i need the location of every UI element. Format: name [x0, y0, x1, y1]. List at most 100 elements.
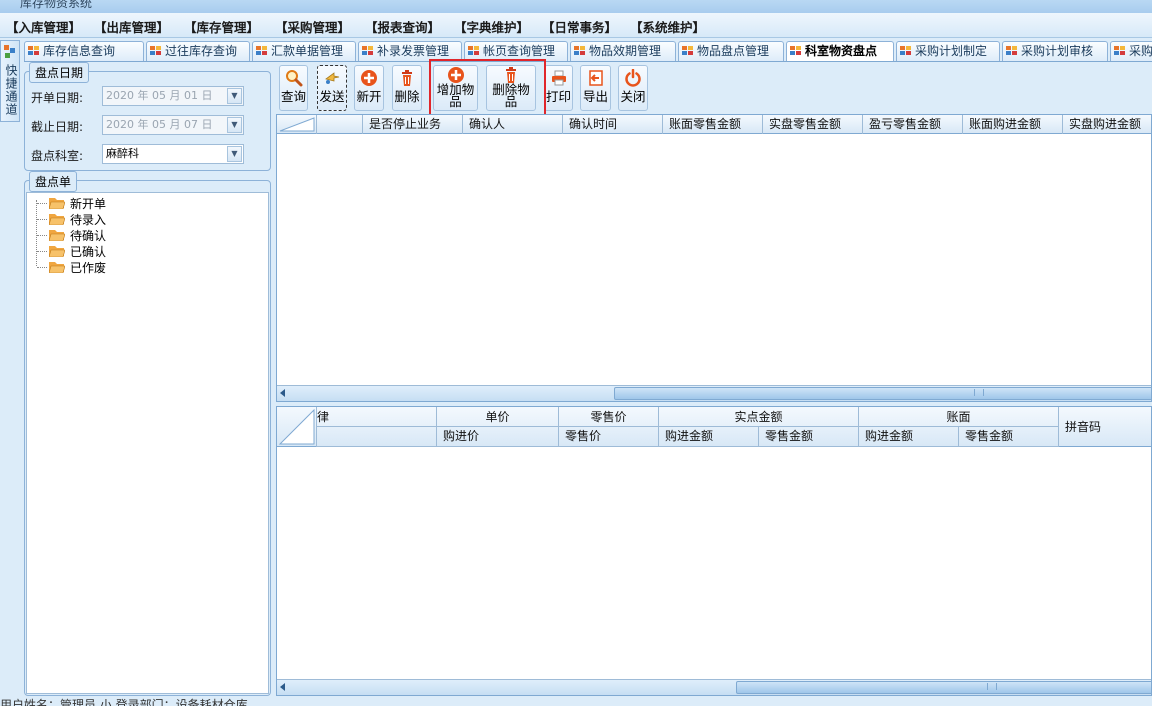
tab-label: 过往库存查询: [165, 44, 238, 58]
grid-col-retail-price[interactable]: 零售价: [559, 427, 659, 447]
stocktake-tree: 新开单 待录入 待确认 已确认 已作废: [26, 192, 269, 694]
highlight-box: [429, 59, 546, 121]
tab-dept-stocktake[interactable]: 科室物资盘点: [786, 41, 894, 61]
folder-open-icon: [49, 198, 65, 209]
tab-icon: [28, 46, 40, 56]
chevron-down-icon[interactable]: ▼: [227, 117, 242, 133]
end-date-field[interactable]: 2020 年 05 月 07 日 ▼: [102, 115, 244, 135]
tab-icon: [682, 46, 694, 56]
query-button[interactable]: 查询: [279, 65, 308, 111]
delete-button[interactable]: 删除: [392, 65, 422, 111]
item-detail-grid[interactable]: 律 单价 购进价 零售价 零售价 实点金额 购进金额 零售金额 账面 购进金额 …: [276, 406, 1152, 696]
grid-col-cut-sub: [317, 427, 437, 447]
scroll-grip: [987, 683, 997, 690]
grid-col-book-purchase[interactable]: 账面购进金额: [963, 115, 1063, 134]
tab-icon: [468, 46, 480, 56]
tab-icon: [1114, 46, 1126, 56]
start-date-value: 2020 年 05 月 01 日: [106, 89, 213, 102]
grid-col-book-purchase[interactable]: 购进金额: [859, 427, 959, 447]
new-button[interactable]: 新开: [354, 65, 384, 111]
grid-col-stop-business[interactable]: 是否停止业务: [363, 115, 463, 134]
stocktake-grid[interactable]: 是否停止业务 确认人 确认时间 账面零售金额 实盘零售金额 盈亏零售金额 账面购…: [276, 114, 1152, 402]
top-grid-hscrollbar[interactable]: [277, 385, 1151, 401]
grid-col-book-group[interactable]: 账面: [859, 407, 1059, 427]
grid-corner: [277, 115, 317, 134]
scroll-left-icon[interactable]: [280, 683, 285, 691]
tab-stocktake[interactable]: 物品盘点管理: [678, 41, 784, 61]
folder-open-icon: [49, 246, 65, 257]
tab-past-stock[interactable]: 过往库存查询: [146, 41, 250, 61]
start-date-field[interactable]: 2020 年 05 月 01 日 ▼: [102, 86, 244, 106]
grid-col-purchase-price[interactable]: 购进价: [437, 427, 559, 447]
menu-purchase[interactable]: 【采购管理】: [275, 17, 350, 36]
top-grid-scroll-thumb[interactable]: [614, 387, 1151, 400]
quick-access-icon: [4, 45, 15, 58]
dept-value: 麻醉科: [106, 147, 139, 160]
grid-col-unit-price[interactable]: 单价: [437, 407, 559, 427]
dept-select[interactable]: 麻醉科 ▼: [102, 144, 244, 164]
menu-bar: 【入库管理】 【出库管理】 【库存管理】 【采购管理】 【报表查询】 【字典维护…: [0, 13, 1152, 38]
grid-col-book-retail[interactable]: 账面零售金额: [663, 115, 763, 134]
grid-col-actual-purchase[interactable]: 购进金额: [659, 427, 759, 447]
scroll-left-icon[interactable]: [280, 389, 285, 397]
bottom-grid-hscrollbar[interactable]: [277, 679, 1151, 695]
folder-open-icon: [49, 214, 65, 225]
menu-inventory[interactable]: 【库存管理】: [184, 17, 259, 36]
tab-purchase-plan[interactable]: 采购计划制定: [896, 41, 1000, 61]
folder-open-icon: [49, 262, 65, 273]
tab-icon: [362, 46, 374, 56]
export-button[interactable]: 导出: [580, 65, 611, 111]
menu-outbound[interactable]: 【出库管理】: [94, 17, 169, 36]
chevron-down-icon[interactable]: ▼: [227, 146, 242, 162]
tab-stock-info[interactable]: 库存信息查询: [24, 41, 144, 61]
tab-label: 物品盘点管理: [697, 44, 770, 58]
grid-col-actual-group[interactable]: 实点金额: [659, 407, 859, 427]
tab-expiry[interactable]: 物品效期管理: [570, 41, 676, 61]
tab-label: 物品效期管理: [589, 44, 662, 58]
dept-label: 盘点科室:: [31, 149, 84, 163]
tree-connector: [36, 200, 37, 266]
print-button[interactable]: 打印: [544, 65, 573, 111]
window-titlebar: 库存物资系统: [0, 0, 1152, 13]
send-button[interactable]: 发送: [317, 65, 347, 111]
tab-label: 汇款单据管理: [271, 44, 344, 58]
tab-icon: [256, 46, 268, 56]
menu-inbound[interactable]: 【入库管理】: [6, 17, 81, 36]
grid-col-diff-retail[interactable]: 盈亏零售金额: [863, 115, 963, 134]
tab-icon: [900, 46, 912, 56]
plus-circle-icon: [361, 70, 377, 86]
menu-system[interactable]: 【系统维护】: [630, 17, 705, 36]
item-detail-grid-header: 律 单价 购进价 零售价 零售价 实点金额 购进金额 零售金额 账面 购进金额 …: [277, 407, 1151, 447]
tab-icon: [790, 46, 802, 56]
tab-remittance[interactable]: 汇款单据管理: [252, 41, 356, 61]
trash-icon: [402, 70, 412, 86]
grid-col-pinyin[interactable]: 拼音码: [1059, 407, 1151, 447]
quick-access-bar[interactable]: 快捷通道: [0, 40, 20, 122]
tab-label: 库存信息查询: [43, 44, 116, 58]
grid-col-actual-retail[interactable]: 实盘零售金额: [763, 115, 863, 134]
grid-col-confirmer[interactable]: 确认人: [463, 115, 563, 134]
menu-dictionary[interactable]: 【字典维护】: [454, 17, 529, 36]
menu-daily[interactable]: 【日常事务】: [542, 17, 617, 36]
grid-col-cut[interactable]: 律: [317, 407, 437, 427]
tab-label: 采购: [1129, 44, 1152, 58]
grid-col-retail-price-group[interactable]: 零售价: [559, 407, 659, 427]
end-date-label: 截止日期:: [31, 120, 84, 134]
grid-col-actual-retail[interactable]: 零售金额: [759, 427, 859, 447]
close-button[interactable]: 关闭: [618, 65, 648, 111]
grid-col-actual-purchase[interactable]: 实盘购进金额: [1063, 115, 1151, 134]
bottom-grid-scroll-thumb[interactable]: [736, 681, 1151, 694]
export-icon: [588, 70, 603, 86]
grid-col-confirm-time[interactable]: 确认时间: [563, 115, 663, 134]
tab-label: 采购计划审核: [1021, 44, 1094, 58]
tab-purchase-more[interactable]: 采购: [1110, 41, 1152, 61]
tab-purchase-review[interactable]: 采购计划审核: [1002, 41, 1108, 61]
menu-reports[interactable]: 【报表查询】: [365, 17, 440, 36]
status-text: 用户姓名：管理员 小 登录部门：设备耗材仓库: [0, 698, 248, 706]
quick-access-label: 快捷通道: [4, 64, 18, 116]
grid-col-book-retail[interactable]: 零售金额: [959, 427, 1059, 447]
grid-col-blank: [317, 115, 363, 134]
chevron-down-icon[interactable]: ▼: [227, 88, 242, 104]
printer-icon: [551, 70, 566, 86]
stocktake-list-title: 盘点单: [29, 171, 78, 192]
